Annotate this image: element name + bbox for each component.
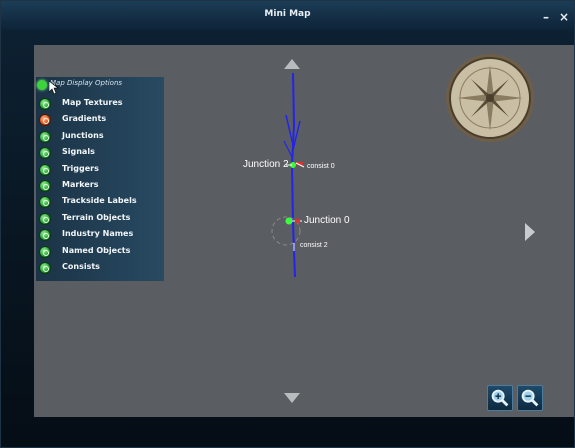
- option-markers[interactable]: Markers: [39, 178, 164, 194]
- consist-0-label: consist 0: [307, 163, 335, 170]
- minimize-button[interactable]: –: [538, 9, 554, 25]
- title-bar[interactable]: Mini Map – ×: [1, 1, 574, 31]
- option-map-textures[interactable]: Map Textures: [39, 96, 164, 112]
- zoom-in-button[interactable]: [487, 385, 513, 411]
- junction-0-label: Junction 0: [304, 215, 350, 226]
- option-gradients[interactable]: Gradients: [39, 112, 164, 128]
- toggle-on-icon[interactable]: [39, 98, 51, 110]
- option-trackside-labels[interactable]: Trackside Labels: [39, 194, 164, 210]
- toggle-on-icon[interactable]: [39, 130, 51, 143]
- option-signals[interactable]: Signals: [39, 145, 164, 161]
- track-branch: [285, 114, 294, 146]
- option-consists[interactable]: Consists: [39, 260, 164, 276]
- toggle-on-icon[interactable]: [39, 261, 51, 274]
- toggle-on-icon[interactable]: [39, 229, 51, 242]
- toggle-off-icon[interactable]: [39, 114, 51, 127]
- toggle-on-icon[interactable]: [39, 212, 51, 225]
- toggle-on-icon[interactable]: [39, 245, 51, 258]
- toggle-on-icon[interactable]: [39, 147, 51, 160]
- toggle-on-icon[interactable]: [39, 196, 51, 209]
- zoom-out-icon: [521, 389, 539, 407]
- close-button[interactable]: ×: [556, 9, 572, 25]
- junction-0-marker: [285, 217, 293, 225]
- triangle-right-icon[interactable]: [525, 223, 535, 241]
- option-named-objects[interactable]: Named Objects: [39, 244, 164, 260]
- zoom-out-button[interactable]: [517, 385, 543, 411]
- junction-2-label: Junction 2: [243, 159, 289, 170]
- track-branch: [283, 140, 293, 158]
- triangle-down-icon[interactable]: [284, 393, 300, 403]
- toggle-on-icon[interactable]: [39, 179, 51, 192]
- mouse-cursor-icon: [49, 81, 59, 95]
- consist-2-label: consist 2: [300, 242, 328, 249]
- compass-icon: [446, 54, 534, 142]
- option-terrain-objects[interactable]: Terrain Objects: [39, 211, 164, 227]
- minimap-window: Mini Map – × Junction 2 consist 0 Juncti…: [0, 0, 575, 448]
- junction-0-red: [295, 219, 300, 223]
- options-status-icon: [37, 80, 47, 90]
- option-triggers[interactable]: Triggers: [39, 162, 164, 178]
- toggle-on-icon[interactable]: [39, 163, 51, 176]
- window-title: Mini Map: [264, 9, 311, 19]
- option-industry-names[interactable]: Industry Names: [39, 227, 164, 243]
- map-options-list: Map Textures Gradients Junctions Signals…: [39, 96, 164, 276]
- triangle-up-icon[interactable]: [284, 59, 300, 69]
- option-junctions[interactable]: Junctions: [39, 129, 164, 145]
- zoom-in-icon: [491, 389, 509, 407]
- map-options-title: Map Display Options: [50, 79, 123, 87]
